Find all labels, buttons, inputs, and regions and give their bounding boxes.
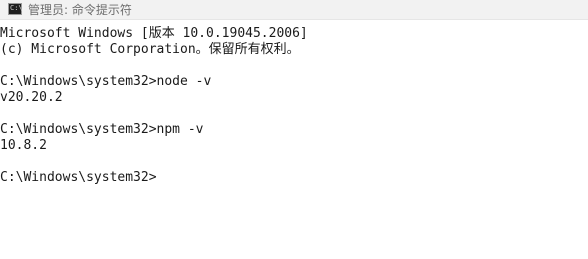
- text-cursor: [157, 179, 165, 181]
- console-line-node-command: C:\Windows\system32>node -v: [0, 74, 212, 89]
- console-line-npm-command: C:\Windows\system32>npm -v: [0, 122, 204, 137]
- console-line-copyright: (c) Microsoft Corporation。保留所有权利。: [0, 42, 300, 57]
- console-line-version: Microsoft Windows [版本 10.0.19045.2006]: [0, 26, 308, 41]
- cmd-icon: C:\: [8, 3, 23, 15]
- prompt-text: C:\Windows\system32>: [0, 170, 157, 185]
- window-title: 管理员: 命令提示符: [28, 3, 132, 17]
- console-line-npm-version: 10.8.2: [0, 138, 47, 153]
- console-line-node-version: v20.20.2: [0, 90, 63, 105]
- console-output[interactable]: Microsoft Windows [版本 10.0.19045.2006] (…: [0, 26, 588, 259]
- title-bar[interactable]: C:\ 管理员: 命令提示符: [0, 0, 588, 20]
- command-prompt-input[interactable]: C:\Windows\system32>: [0, 170, 588, 186]
